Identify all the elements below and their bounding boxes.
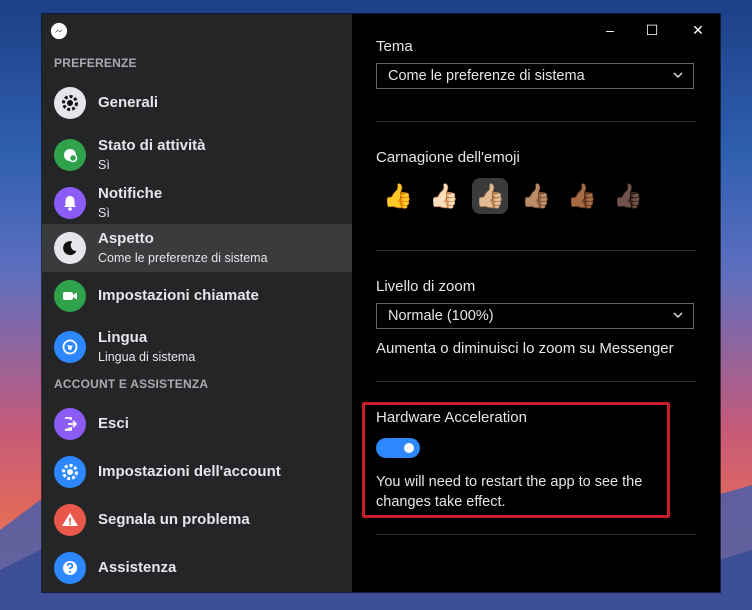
sidebar-item-language[interactable]: Lingua Lingua di sistema — [42, 323, 352, 371]
sidebar-item-activity-status[interactable]: Stato di attività Sì — [42, 131, 352, 179]
theme-label: Tema — [376, 38, 413, 55]
video-camera-icon — [54, 280, 86, 312]
minimize-button[interactable]: – — [600, 20, 620, 40]
sidebar-item-sublabel: Come le preferenze di sistema — [98, 251, 268, 265]
messenger-window: PREFERENZE Generali Stato di attività Sì… — [42, 14, 720, 592]
divider — [376, 250, 696, 251]
sidebar-item-label: Lingua — [98, 329, 148, 346]
emoji-tone-dark[interactable]: 👍🏿 — [610, 178, 646, 214]
sidebar-item-label: Esci — [98, 415, 129, 432]
section-title-preferences: PREFERENZE — [54, 56, 137, 70]
help-icon — [54, 552, 86, 584]
sidebar-item-sublabel: Sì — [98, 158, 110, 172]
chevron-down-icon — [673, 312, 683, 318]
sidebar-item-account-settings[interactable]: Impostazioni dell'account — [42, 448, 352, 496]
sidebar-item-label: Stato di attività — [98, 137, 206, 154]
chevron-down-icon — [673, 72, 683, 78]
sidebar-item-label: Impostazioni dell'account — [98, 463, 281, 480]
gear-icon — [54, 87, 86, 119]
gear-icon — [54, 456, 86, 488]
sidebar-item-label: Assistenza — [98, 559, 177, 576]
emoji-skin-tone-label: Carnagione dell'emoji — [376, 149, 520, 166]
zoom-select-value: Normale (100%) — [388, 308, 494, 324]
sidebar-item-label: Aspetto — [98, 230, 154, 247]
sidebar-item-label: Segnala un problema — [98, 511, 250, 528]
warning-icon — [54, 504, 86, 536]
activity-status-icon — [54, 139, 86, 171]
maximize-button[interactable]: ☐ — [642, 20, 662, 40]
emoji-tone-medium[interactable]: 👍🏽 — [518, 178, 554, 214]
emoji-tone-medium-dark[interactable]: 👍🏾 — [564, 178, 600, 214]
emoji-tone-default[interactable]: 👍 — [380, 178, 416, 214]
divider — [376, 381, 696, 382]
theme-select[interactable]: Come le preferenze di sistema — [376, 63, 694, 89]
close-button[interactable]: ✕ — [688, 20, 708, 40]
divider — [376, 534, 696, 535]
globe-icon — [54, 331, 86, 363]
highlight-box — [362, 402, 670, 518]
sidebar-item-logout[interactable]: Esci — [42, 400, 352, 448]
sidebar-item-label: Impostazioni chiamate — [98, 287, 259, 304]
zoom-level-label: Livello di zoom — [376, 278, 476, 295]
moon-icon — [54, 232, 86, 264]
sidebar-item-notifications[interactable]: Notifiche Sì — [42, 179, 352, 227]
sidebar-item-call-settings[interactable]: Impostazioni chiamate — [42, 272, 352, 320]
emoji-tone-medium-light[interactable]: 👍🏼 — [472, 178, 508, 214]
emoji-tone-light[interactable]: 👍🏻 — [426, 178, 462, 214]
sidebar-item-appearance[interactable]: Aspetto Come le preferenze di sistema — [42, 224, 352, 272]
zoom-description: Aumenta o diminuisci lo zoom su Messenge… — [376, 340, 674, 357]
bell-icon — [54, 187, 86, 219]
divider — [376, 121, 696, 122]
sidebar-item-report-problem[interactable]: Segnala un problema — [42, 496, 352, 544]
zoom-select[interactable]: Normale (100%) — [376, 303, 694, 329]
messenger-logo-icon — [50, 22, 68, 40]
sidebar-item-help[interactable]: Assistenza — [42, 544, 352, 592]
sidebar-item-label: Notifiche — [98, 185, 163, 202]
logout-icon — [54, 408, 86, 440]
sidebar-item-sublabel: Lingua di sistema — [98, 350, 196, 364]
sidebar-item-sublabel: Sì — [98, 206, 110, 220]
sidebar-item-label: Generali — [98, 94, 159, 111]
sidebar-item-generali[interactable]: Generali — [42, 79, 352, 127]
theme-select-value: Come le preferenze di sistema — [388, 68, 585, 84]
sidebar: PREFERENZE Generali Stato di attività Sì… — [42, 14, 352, 592]
section-title-account: ACCOUNT E ASSISTENZA — [54, 377, 209, 391]
